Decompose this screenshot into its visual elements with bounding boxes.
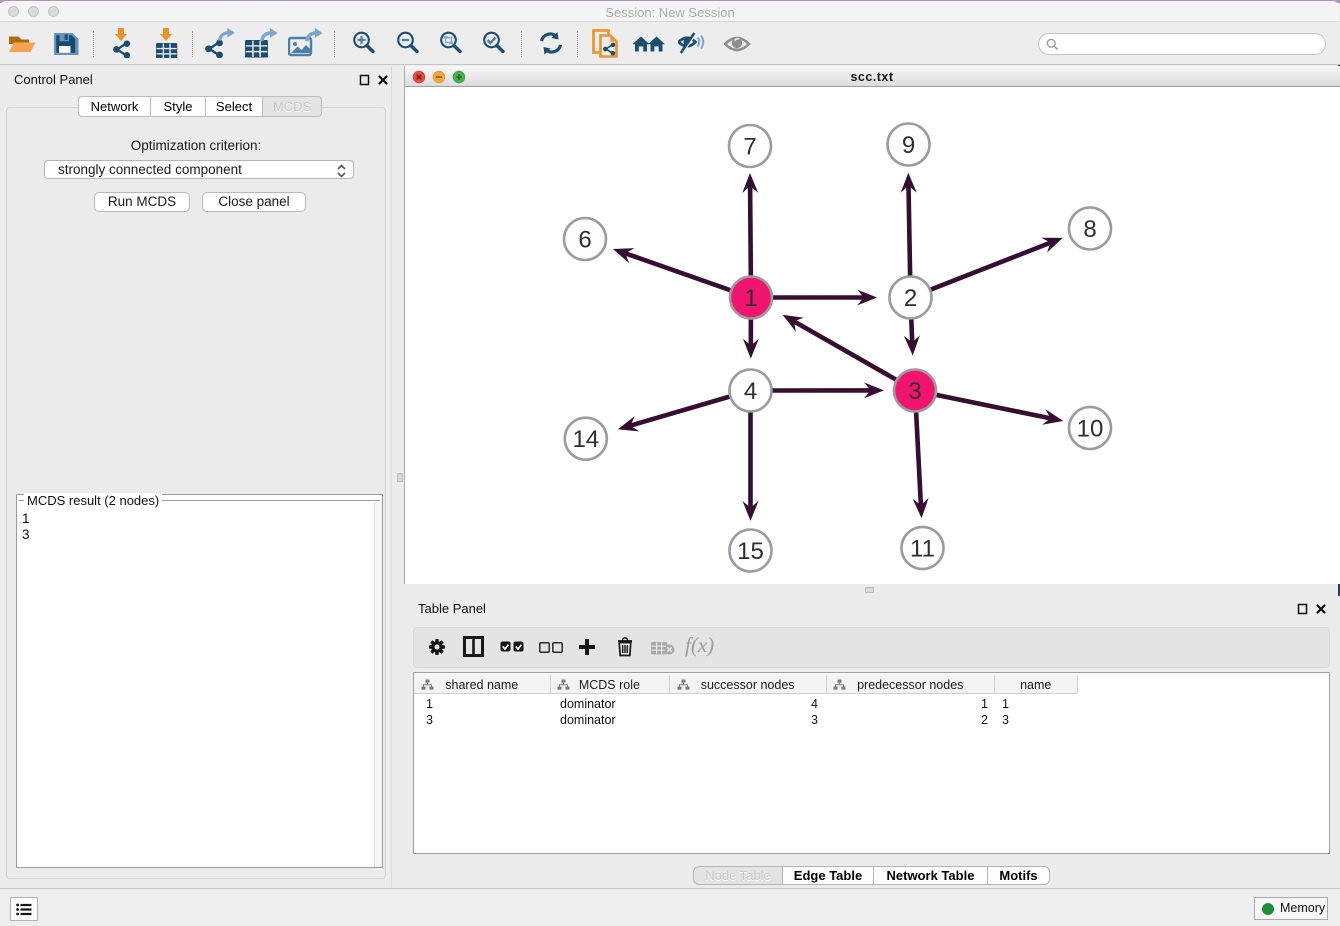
svg-text:1: 1 <box>744 285 757 312</box>
svg-text:8: 8 <box>1083 216 1096 243</box>
svg-text:7: 7 <box>743 134 756 161</box>
svg-text:4: 4 <box>744 378 757 405</box>
svg-text:9: 9 <box>902 132 915 159</box>
svg-text:6: 6 <box>578 227 591 254</box>
svg-text:14: 14 <box>572 426 599 453</box>
svg-text:2: 2 <box>904 285 917 312</box>
svg-text:3: 3 <box>908 378 921 405</box>
svg-text:15: 15 <box>737 538 764 565</box>
svg-text:11: 11 <box>910 536 935 563</box>
svg-text:10: 10 <box>1077 416 1104 443</box>
